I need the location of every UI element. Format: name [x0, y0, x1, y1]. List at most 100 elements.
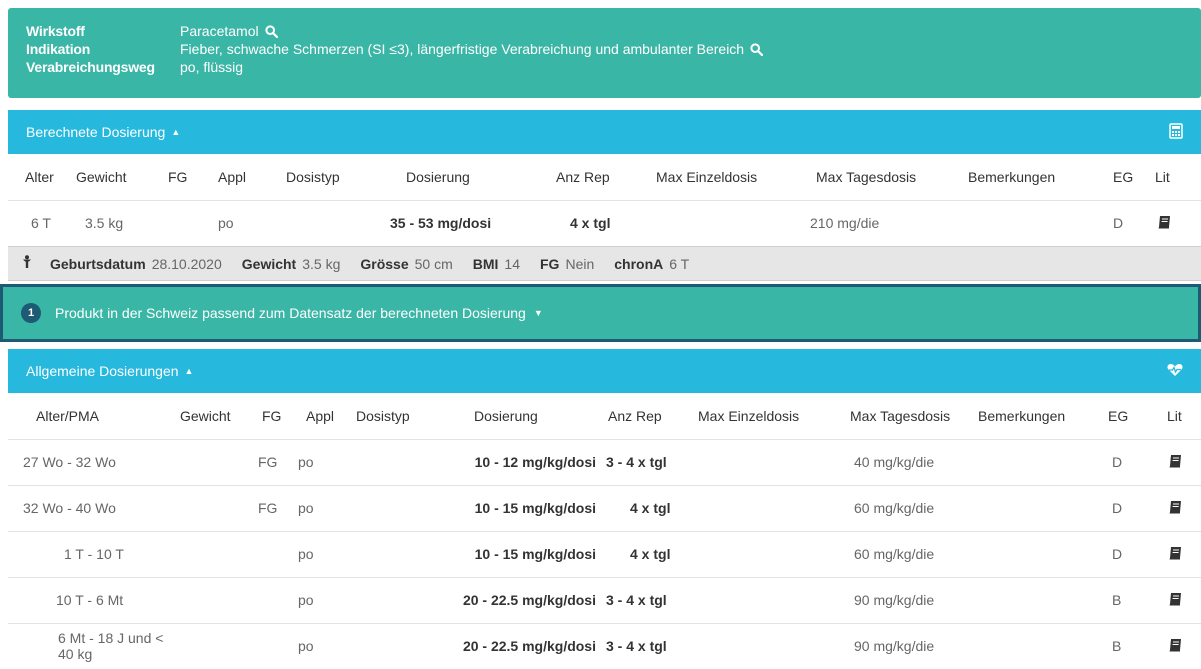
- cell-appl: po: [288, 438, 346, 485]
- cell-bemerkungen: [978, 484, 1106, 531]
- cell-dosistyp: [346, 530, 446, 577]
- fg-value: Nein: [565, 255, 595, 272]
- col-maxeinzel: Max Einzeldosis: [656, 168, 758, 185]
- cell-anzrep: 4 x tgl: [606, 530, 698, 577]
- col-anzrep: Anz Rep: [608, 407, 662, 424]
- cell-gewicht: [166, 484, 246, 531]
- cell-dosierung: 20 - 22.5 mg/kg/dosi: [446, 576, 606, 623]
- calculated-dosage-title: Berechnete Dosierung: [26, 124, 166, 140]
- cell-dosistyp: [346, 438, 446, 485]
- cell-appl: po: [288, 484, 346, 531]
- cell-alter: 6 T: [8, 199, 76, 246]
- cell-maxtag: 210 mg/die: [804, 199, 962, 246]
- cell-eg: D: [1106, 438, 1154, 485]
- table-row: 1 T - 10 T po 10 - 15 mg/kg/dosi 4 x tgl…: [8, 530, 1201, 577]
- table-row: 6 T 3.5 kg po 35 - 53 mg/dosi 4 x tgl 21…: [8, 199, 1201, 246]
- cell-maxtag: 40 mg/kg/die: [838, 438, 978, 485]
- cell-dosierung: 10 - 15 mg/kg/dosi: [446, 530, 606, 577]
- cell-alter-pma: 27 Wo - 32 Wo: [8, 438, 166, 485]
- search-icon[interactable]: [264, 24, 278, 38]
- cell-lit[interactable]: [1154, 622, 1201, 669]
- cell-gewicht: [166, 622, 246, 669]
- patient-icon: [22, 255, 32, 272]
- indikation-label: Indikation: [26, 41, 91, 57]
- cell-appl: po: [288, 576, 346, 623]
- cell-appl: po: [218, 199, 286, 246]
- book-icon[interactable]: [1157, 214, 1173, 230]
- cell-appl: po: [288, 622, 346, 669]
- groesse-value: 50 cm: [414, 255, 453, 272]
- cell-anzrep: 4 x tgl: [606, 484, 698, 531]
- general-dosage-header[interactable]: Allgemeine Dosierungen ▲: [8, 349, 1201, 393]
- table-row: 6 Mt - 18 J und < 40 kg po 20 - 22.5 mg/…: [8, 622, 1201, 669]
- cell-eg: D: [1106, 484, 1154, 531]
- verabreichungsweg-value: po, flüssig: [180, 59, 244, 75]
- cell-anzrep: 4 x tgl: [544, 199, 644, 246]
- cell-bemerkungen: [978, 530, 1106, 577]
- cell-maxeinzel: [698, 484, 838, 531]
- cell-lit[interactable]: [1154, 438, 1201, 485]
- calculator-icon[interactable]: [1169, 122, 1183, 142]
- book-icon[interactable]: [1168, 499, 1184, 515]
- col-maxtag: Max Tagesdosis: [850, 407, 951, 424]
- cell-gewicht: 3.5 kg: [76, 199, 168, 246]
- cell-fg: FG: [246, 484, 288, 531]
- cell-fg: [168, 199, 218, 246]
- geburtsdatum-value: 28.10.2020: [151, 255, 222, 272]
- product-text: Produkt in der Schweiz passend zum Daten…: [55, 305, 526, 321]
- search-icon[interactable]: [750, 42, 764, 56]
- table-row: 32 Wo - 40 Wo FG po 10 - 15 mg/kg/dosi 4…: [8, 484, 1201, 531]
- cell-dosierung: 20 - 22.5 mg/kg/dosi: [446, 622, 606, 669]
- chrona-value: 6 T: [669, 255, 690, 272]
- col-gewicht: Gewicht: [180, 407, 231, 424]
- table-row: 10 T - 6 Mt po 20 - 22.5 mg/kg/dosi 3 - …: [8, 576, 1201, 623]
- book-icon[interactable]: [1168, 453, 1184, 469]
- cell-alter-pma: 32 Wo - 40 Wo: [8, 484, 166, 531]
- cell-fg: [246, 530, 288, 577]
- book-icon[interactable]: [1168, 545, 1184, 561]
- cell-lit[interactable]: [1154, 576, 1201, 623]
- book-icon[interactable]: [1168, 591, 1184, 607]
- col-lit: Lit: [1167, 407, 1182, 424]
- col-anzrep: Anz Rep: [556, 168, 610, 185]
- cell-maxtag: 90 mg/kg/die: [838, 622, 978, 669]
- cell-dosistyp: [346, 484, 446, 531]
- general-dosage-title: Allgemeine Dosierungen: [26, 363, 179, 379]
- caret-up-icon: ▲: [184, 366, 194, 376]
- book-icon[interactable]: [1168, 637, 1184, 653]
- calculated-dosage-header[interactable]: Berechnete Dosierung ▲: [8, 110, 1201, 154]
- col-alter-pma: Alter/PMA: [36, 407, 100, 424]
- cell-fg: [246, 622, 288, 669]
- cell-maxeinzel: [698, 530, 838, 577]
- heartbeat-icon[interactable]: [1167, 363, 1183, 380]
- gewicht-value: 3.5 kg: [302, 255, 341, 272]
- cell-maxtag: 90 mg/kg/die: [838, 576, 978, 623]
- cell-lit[interactable]: [1154, 530, 1201, 577]
- cell-bemerkungen: [962, 199, 1099, 246]
- col-dosistyp: Dosistyp: [356, 407, 410, 424]
- cell-anzrep: 3 - 4 x tgl: [606, 576, 698, 623]
- cell-anzrep: 3 - 4 x tgl: [606, 438, 698, 485]
- cell-dosistyp: [346, 576, 446, 623]
- cell-anzrep: 3 - 4 x tgl: [606, 622, 698, 669]
- cell-lit[interactable]: [1154, 484, 1201, 531]
- col-dosistyp: Dosistyp: [286, 168, 340, 185]
- col-lit: Lit: [1155, 168, 1170, 185]
- cell-dosierung: 10 - 15 mg/kg/dosi: [446, 484, 606, 531]
- col-eg: EG: [1113, 168, 1134, 185]
- cell-bemerkungen: [978, 438, 1106, 485]
- cell-maxeinzel: [644, 199, 804, 246]
- cell-dosierung: 10 - 12 mg/kg/dosi: [446, 438, 606, 485]
- col-gewicht: Gewicht: [76, 168, 127, 185]
- product-count-badge: 1: [21, 303, 41, 323]
- product-bar[interactable]: 1 Produkt in der Schweiz passend zum Dat…: [0, 284, 1201, 342]
- cell-bemerkungen: [978, 576, 1106, 623]
- cell-lit[interactable]: [1153, 199, 1201, 246]
- cell-bemerkungen: [978, 622, 1106, 669]
- cell-eg: D: [1106, 530, 1154, 577]
- cell-gewicht: [166, 530, 246, 577]
- caret-down-icon: ▼: [533, 308, 543, 318]
- cell-dosistyp: [286, 199, 386, 246]
- table-row: 27 Wo - 32 Wo FG po 10 - 12 mg/kg/dosi 3…: [8, 438, 1201, 485]
- cell-dosierung: 35 - 53 mg/dosi: [386, 199, 544, 246]
